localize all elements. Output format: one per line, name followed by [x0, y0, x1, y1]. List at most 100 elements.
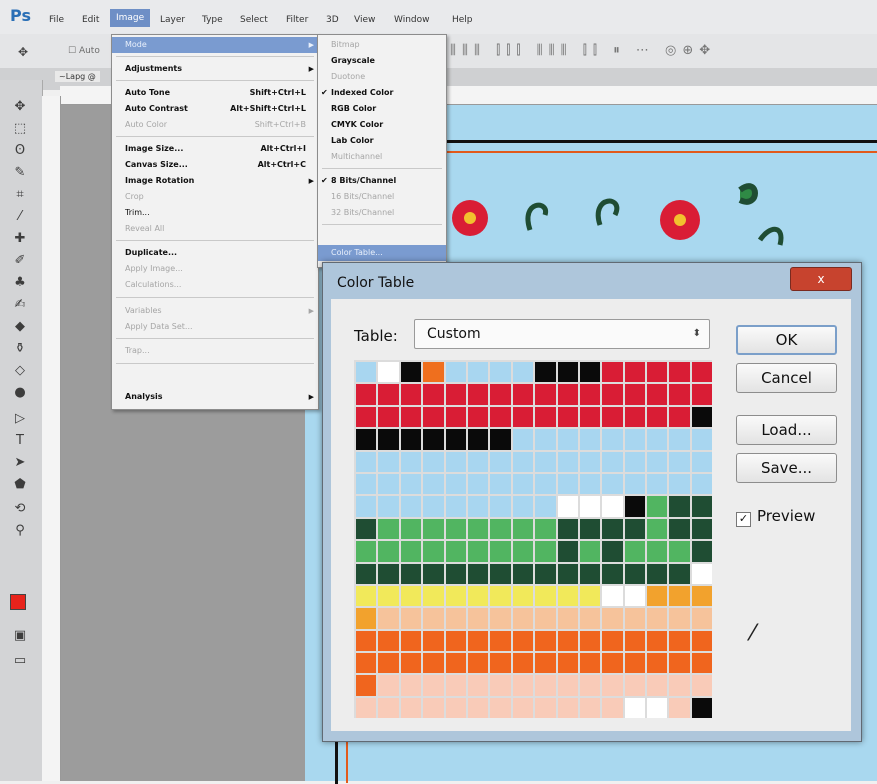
- color-swatch[interactable]: [356, 429, 377, 450]
- color-swatch[interactable]: [423, 697, 444, 719]
- color-swatch[interactable]: [423, 653, 444, 674]
- quick-mask-icon[interactable]: ▣: [9, 627, 31, 645]
- color-swatch[interactable]: [557, 697, 578, 719]
- color-swatch[interactable]: [579, 541, 601, 562]
- color-swatch[interactable]: [535, 451, 556, 472]
- color-swatch[interactable]: [557, 362, 578, 383]
- color-swatch[interactable]: [535, 563, 556, 584]
- color-swatch[interactable]: [669, 630, 690, 652]
- color-swatch[interactable]: [423, 362, 444, 383]
- image-menu-trap[interactable]: Trap...: [112, 343, 318, 359]
- color-swatch[interactable]: [579, 496, 601, 517]
- color-swatch[interactable]: [579, 451, 601, 472]
- color-swatch[interactable]: [512, 563, 534, 584]
- color-swatch[interactable]: [647, 563, 668, 584]
- color-swatch[interactable]: [423, 585, 444, 607]
- color-swatch[interactable]: [467, 496, 489, 517]
- color-swatch[interactable]: [535, 496, 556, 517]
- color-swatch[interactable]: [445, 518, 466, 540]
- cancel-button[interactable]: Cancel: [736, 363, 837, 393]
- color-swatch[interactable]: [624, 608, 646, 629]
- color-swatch[interactable]: [467, 518, 489, 540]
- color-swatch[interactable]: [647, 473, 668, 495]
- color-swatch[interactable]: [467, 384, 489, 405]
- color-swatch[interactable]: [512, 362, 534, 383]
- color-swatch[interactable]: [602, 384, 623, 405]
- move-tool-icon[interactable]: ✥: [18, 45, 28, 59]
- color-swatch[interactable]: [647, 518, 668, 540]
- color-swatch[interactable]: [467, 406, 489, 428]
- color-swatch[interactable]: [467, 675, 489, 696]
- color-swatch[interactable]: [378, 563, 399, 584]
- close-button[interactable]: x: [790, 267, 852, 291]
- color-swatch[interactable]: [490, 362, 511, 383]
- color-swatch[interactable]: [400, 429, 422, 450]
- color-swatch[interactable]: [579, 585, 601, 607]
- color-swatch[interactable]: [445, 608, 466, 629]
- color-swatch[interactable]: [356, 697, 377, 719]
- color-swatch[interactable]: [669, 473, 690, 495]
- color-swatch[interactable]: [512, 630, 534, 652]
- color-swatch[interactable]: [669, 429, 690, 450]
- color-swatch[interactable]: [535, 541, 556, 562]
- mode-duotone[interactable]: Duotone: [318, 69, 446, 85]
- color-swatch[interactable]: [400, 630, 422, 652]
- shape-tool-icon[interactable]: ⬟: [9, 476, 31, 494]
- color-swatch[interactable]: [467, 429, 489, 450]
- color-swatch[interactable]: [624, 362, 646, 383]
- image-menu-reveal-all[interactable]: Reveal All: [112, 221, 318, 237]
- color-swatch[interactable]: [490, 496, 511, 517]
- color-swatch[interactable]: [356, 585, 377, 607]
- color-swatch[interactable]: [602, 429, 623, 450]
- color-swatch[interactable]: [647, 675, 668, 696]
- color-swatch[interactable]: [445, 384, 466, 405]
- color-swatch[interactable]: [535, 608, 556, 629]
- color-swatch[interactable]: [356, 473, 377, 495]
- image-menu-image-rotation[interactable]: Image Rotation ▶: [112, 173, 318, 189]
- mode-grayscale[interactable]: Grayscale: [318, 53, 446, 69]
- move-tool-icon[interactable]: ✥: [9, 98, 31, 116]
- mode-rgb-color[interactable]: RGB Color: [318, 101, 446, 117]
- color-swatch[interactable]: [467, 653, 489, 674]
- image-menu-adjustments[interactable]: Adjustments ▶: [112, 61, 318, 77]
- color-swatch[interactable]: [602, 563, 623, 584]
- color-swatch[interactable]: [669, 585, 690, 607]
- color-swatch[interactable]: [624, 653, 646, 674]
- color-swatch[interactable]: [378, 406, 399, 428]
- color-swatch[interactable]: [647, 496, 668, 517]
- color-swatch[interactable]: [378, 362, 399, 383]
- color-swatch[interactable]: [400, 585, 422, 607]
- image-menu-duplicate[interactable]: Duplicate...: [112, 245, 318, 261]
- color-swatch[interactable]: [512, 496, 534, 517]
- ok-button[interactable]: OK: [736, 325, 837, 355]
- color-swatch[interactable]: [579, 406, 601, 428]
- color-swatch[interactable]: [624, 496, 646, 517]
- color-swatch[interactable]: [378, 473, 399, 495]
- color-swatch[interactable]: [400, 406, 422, 428]
- color-swatch[interactable]: [356, 451, 377, 472]
- color-swatch[interactable]: [378, 675, 399, 696]
- screen-mode-icon[interactable]: ▭: [9, 652, 31, 670]
- color-swatch[interactable]: [535, 473, 556, 495]
- menu-3d[interactable]: 3D: [322, 14, 343, 26]
- color-swatch[interactable]: [579, 384, 601, 405]
- color-swatch[interactable]: [490, 585, 511, 607]
- color-swatch[interactable]: [691, 541, 713, 562]
- color-swatch[interactable]: [669, 362, 690, 383]
- document-tab[interactable]: ~Lapg @: [55, 71, 100, 82]
- image-menu-canvas-size[interactable]: Canvas Size... Alt+Ctrl+C: [112, 157, 318, 173]
- color-swatch[interactable]: [400, 653, 422, 674]
- color-swatch[interactable]: [423, 451, 444, 472]
- image-menu-mode[interactable]: Mode ▶: [112, 37, 318, 53]
- color-swatch[interactable]: [602, 608, 623, 629]
- color-swatch[interactable]: [647, 362, 668, 383]
- color-swatch[interactable]: [423, 675, 444, 696]
- path-select-icon[interactable]: ➤: [9, 454, 31, 472]
- color-swatch[interactable]: [691, 496, 713, 517]
- color-swatch[interactable]: [378, 518, 399, 540]
- color-swatch[interactable]: [557, 451, 578, 472]
- type-tool-icon[interactable]: T: [9, 432, 31, 450]
- preview-checkbox[interactable]: ✓ Preview: [736, 507, 815, 527]
- color-swatch[interactable]: [512, 675, 534, 696]
- color-swatch[interactable]: [512, 585, 534, 607]
